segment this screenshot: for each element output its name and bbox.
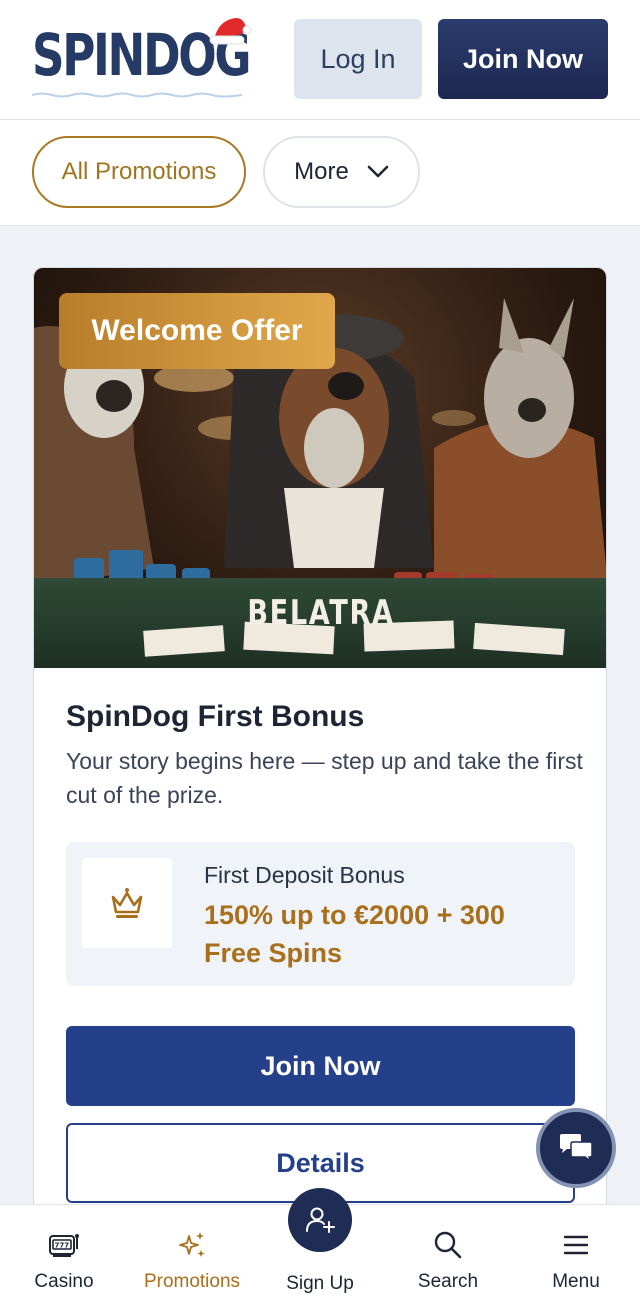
header: SPINDOG Log In Join Now [0, 0, 640, 120]
promotion-filters: All Promotions More [0, 120, 640, 226]
banner-brand-text: BELATRA [247, 593, 395, 633]
nav-promotions[interactable]: Promotions [128, 1205, 256, 1316]
nav-casino[interactable]: 777 Casino [0, 1205, 128, 1316]
add-user-icon [306, 1207, 335, 1233]
spindog-logo[interactable]: SPINDOG [32, 14, 252, 106]
bonus-info-box: First Deposit Bonus 150% up to €2000 + 3… [66, 842, 575, 986]
promotion-title: SpinDog First Bonus [66, 700, 365, 733]
welcome-offer-badge: Welcome Offer [59, 293, 335, 369]
santa-hat-icon [209, 18, 252, 45]
join-now-header-button[interactable]: Join Now [438, 19, 608, 99]
chevron-down-icon [367, 165, 389, 178]
promotion-description: Your story begins here — step up and tak… [66, 748, 583, 808]
nav-casino-label: Casino [34, 1271, 94, 1292]
sparkles-icon [172, 1227, 212, 1263]
slot-machine-icon: 777 [44, 1227, 84, 1263]
nav-sign-up-label: Sign Up [286, 1273, 354, 1294]
hamburger-menu-icon [556, 1227, 596, 1263]
nav-promotions-label: Promotions [143, 1271, 241, 1292]
nav-menu-label: Menu [552, 1271, 600, 1292]
filter-more-label: More [294, 158, 349, 185]
nav-search-label: Search [417, 1271, 479, 1292]
filter-all-promotions[interactable]: All Promotions [32, 136, 246, 208]
filter-more-dropdown[interactable]: More [263, 136, 420, 208]
snow-decoration-icon [32, 92, 242, 98]
crown-icon [82, 858, 172, 948]
join-now-card-button[interactable]: Join Now [66, 1026, 575, 1106]
nav-menu[interactable]: Menu [512, 1205, 640, 1316]
promotion-banner-image: BELATRA Welcome Offer [34, 268, 606, 668]
login-button[interactable]: Log In [294, 19, 422, 99]
bonus-label: First Deposit Bonus [204, 862, 405, 888]
chat-bubbles-icon [560, 1134, 593, 1163]
nav-search[interactable]: Search [384, 1205, 512, 1316]
svg-text:777: 777 [55, 1242, 70, 1250]
sign-up-fab[interactable] [288, 1188, 352, 1252]
promotion-card: BELATRA Welcome Offer SpinDog First Bonu… [33, 267, 607, 1227]
live-chat-button[interactable] [536, 1108, 616, 1188]
bonus-value: 150% up to €2000 + 300 Free Spins [204, 900, 505, 968]
search-icon [428, 1227, 468, 1263]
